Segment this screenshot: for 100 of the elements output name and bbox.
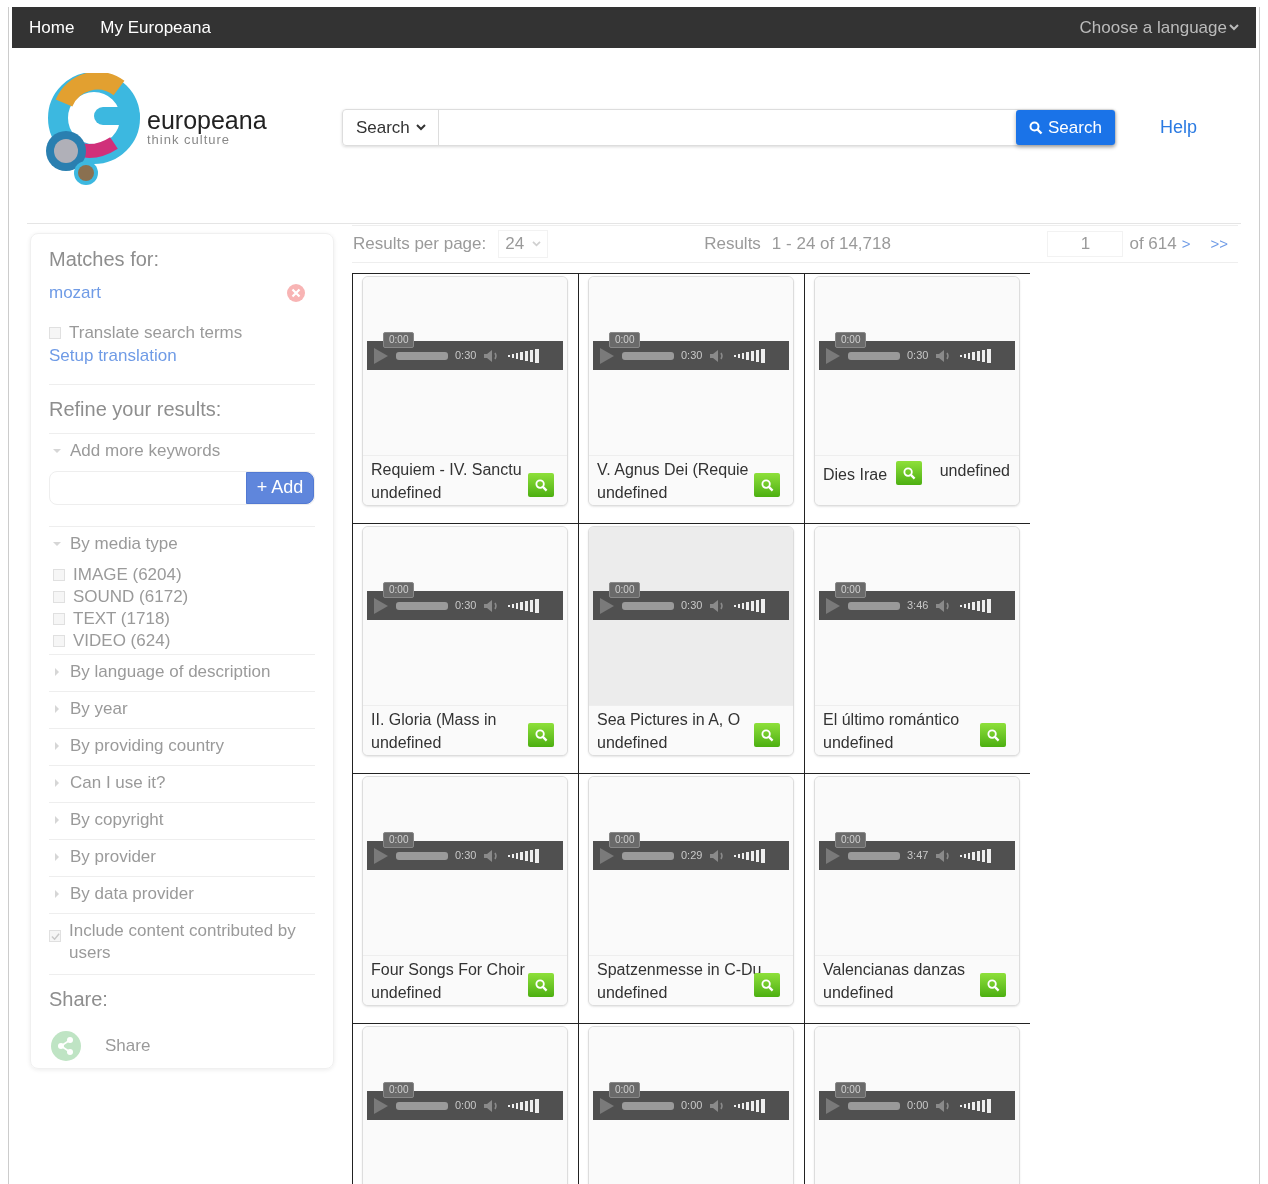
play-icon[interactable] — [825, 596, 841, 615]
play-icon[interactable] — [373, 1096, 389, 1115]
search-icon — [902, 466, 916, 480]
help-link[interactable]: Help — [1159, 114, 1197, 141]
progress-track[interactable] — [848, 351, 900, 360]
result-card[interactable]: 0:00 0:00 — [362, 1026, 568, 1184]
zoom-button[interactable] — [980, 723, 1006, 748]
duration-text: 0:00 — [455, 1098, 477, 1114]
result-subtitle: undefined — [939, 461, 1010, 482]
language-dropdown[interactable]: Choose a language — [1079, 14, 1239, 41]
checkbox[interactable] — [49, 930, 61, 942]
time-tooltip: 0:00 — [835, 332, 867, 348]
play-icon[interactable] — [373, 596, 389, 615]
progress-track[interactable] — [396, 851, 448, 860]
search-icon — [760, 478, 774, 492]
result-title[interactable]: II. Gloria (Mass in — [371, 708, 497, 732]
share-heading: Share: — [49, 986, 109, 1011]
progress-track[interactable] — [622, 601, 674, 610]
result-card[interactable]: 0:00 0:30 Four Songs For Choir undefined — [362, 776, 568, 1006]
progress-track[interactable] — [848, 601, 900, 610]
progress-track[interactable] — [622, 851, 674, 860]
time-tooltip: 0:00 — [383, 332, 415, 348]
logo-wordmark: europeana — [147, 106, 267, 133]
progress-track[interactable] — [848, 851, 900, 860]
zoom-button[interactable] — [896, 461, 923, 486]
play-icon[interactable] — [373, 346, 389, 365]
progress-track[interactable] — [396, 351, 448, 360]
ugc-label: Include content contributed by users — [69, 919, 297, 964]
nav-link[interactable]: Home — [29, 14, 75, 41]
result-subtitle: undefined — [371, 733, 442, 754]
time-tooltip: 0:00 — [609, 332, 641, 348]
checkbox[interactable] — [53, 568, 65, 581]
result-subtitle: undefined — [371, 983, 442, 1004]
play-icon[interactable] — [825, 346, 841, 365]
matches-heading: Matches for: — [49, 247, 161, 272]
result-card[interactable]: 0:00 0:30 V. Agnus Dei (Requie undefined — [588, 276, 794, 506]
zoom-button[interactable] — [754, 473, 780, 498]
zoom-button[interactable] — [528, 723, 554, 748]
remove-icon[interactable] — [287, 283, 305, 302]
zoom-button[interactable] — [980, 973, 1006, 998]
checkbox[interactable] — [53, 590, 65, 603]
result-card[interactable]: 0:00 0:00 — [588, 1026, 794, 1184]
play-icon[interactable] — [373, 846, 389, 865]
facet-option: TEXT (1718) — [73, 607, 170, 630]
zoom-button[interactable] — [528, 973, 554, 998]
result-card[interactable]: 0:00 0:30 Dies Irae undefined — [814, 276, 1020, 506]
result-card[interactable]: 0:00 0:30 II. Gloria (Mass in undefined — [362, 526, 568, 756]
facet-option: VIDEO (624) — [73, 629, 171, 652]
zoom-button[interactable] — [528, 473, 554, 498]
search-scope-dropdown[interactable]: Search — [343, 110, 440, 145]
progress-track[interactable] — [848, 1101, 900, 1110]
play-icon[interactable] — [599, 1096, 615, 1115]
time-tooltip: 0:00 — [835, 582, 867, 598]
play-icon[interactable] — [599, 846, 615, 865]
search-icon — [534, 478, 548, 492]
time-tooltip: 0:00 — [383, 832, 415, 848]
caret-down-icon — [53, 539, 61, 548]
progress-track[interactable] — [622, 1101, 674, 1110]
search-icon — [534, 728, 548, 742]
chevron-down-icon — [532, 240, 542, 248]
facet-option: IMAGE (6204) — [73, 563, 182, 586]
result-title[interactable]: Four Songs For Choir — [371, 958, 525, 982]
refine-heading: Refine your results: — [49, 396, 223, 422]
play-icon[interactable] — [599, 596, 615, 615]
progress-track[interactable] — [396, 601, 448, 610]
result-card[interactable]: 0:00 0:00 — [814, 1026, 1020, 1184]
nav-link[interactable]: My Europeana — [100, 14, 211, 41]
zoom-button[interactable] — [754, 973, 780, 998]
per-page-label: Results per page: — [353, 233, 487, 256]
play-icon[interactable] — [825, 1096, 841, 1115]
checkbox[interactable] — [53, 634, 65, 647]
caret-right-icon — [53, 778, 61, 787]
result-title[interactable]: Dies Irae — [823, 463, 888, 487]
checkbox[interactable] — [49, 326, 61, 339]
results-label: Results — [704, 233, 761, 256]
play-icon[interactable] — [599, 346, 615, 365]
search-button[interactable]: Search — [1015, 110, 1115, 145]
result-title[interactable]: V. Agnus Dei (Requie — [597, 458, 749, 482]
result-card[interactable]: 0:00 0:30 Sea Pictures in A, O undefined — [588, 526, 794, 756]
result-title[interactable]: El último romántico — [823, 708, 960, 732]
progress-track[interactable] — [622, 351, 674, 360]
progress-track[interactable] — [396, 1101, 448, 1110]
zoom-button[interactable] — [754, 723, 780, 748]
result-card[interactable]: 0:00 3:46 El último romántico undefined — [814, 526, 1020, 756]
result-title[interactable]: Sea Pictures in A, O — [597, 708, 741, 732]
search-icon — [760, 978, 774, 992]
time-tooltip: 0:00 — [835, 832, 867, 848]
chevron-down-icon — [1229, 23, 1239, 32]
add-button[interactable]: + Add — [246, 471, 314, 504]
result-title[interactable]: Valencianas danzas — [823, 958, 966, 982]
page-count: of 614 — [1129, 233, 1177, 256]
duration-text: 0:00 — [681, 1098, 703, 1114]
search-icon — [986, 728, 1000, 742]
share-icon[interactable] — [51, 1030, 81, 1061]
result-card[interactable]: 0:00 0:30 Requiem - IV. Sanctu undefined — [362, 276, 568, 506]
play-icon[interactable] — [825, 846, 841, 865]
result-card[interactable]: 0:00 3:47 Valencianas danzas undefined — [814, 776, 1020, 1006]
checkbox[interactable] — [53, 612, 65, 625]
caret-right-icon — [53, 741, 61, 750]
result-title[interactable]: Requiem - IV. Sanctu — [371, 458, 522, 482]
